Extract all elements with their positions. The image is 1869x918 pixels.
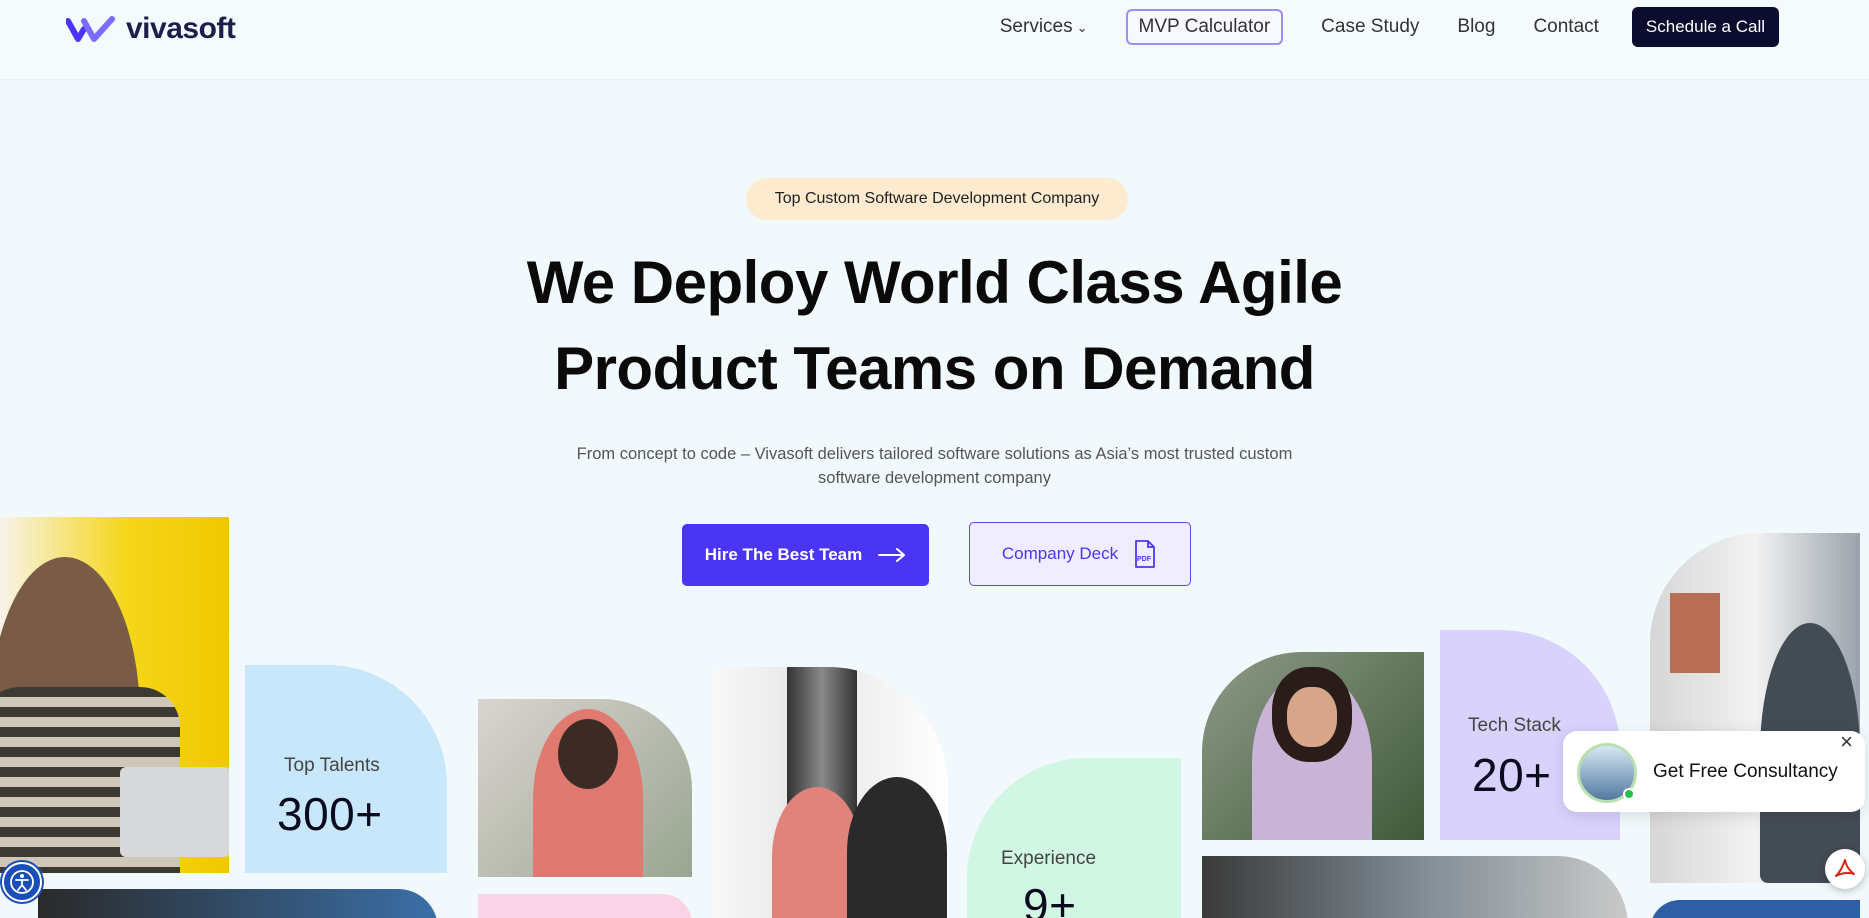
pdf-file-icon: PDF <box>1135 540 1156 568</box>
stat-experience-title: Experience <box>1001 848 1097 869</box>
nav-services[interactable]: Services ⌄ <box>1000 16 1088 38</box>
hire-best-team-button[interactable]: Hire The Best Team <box>682 524 929 586</box>
hire-best-team-label: Hire The Best Team <box>704 545 863 564</box>
schedule-call-button[interactable]: Schedule a Call <box>1631 7 1779 47</box>
close-icon[interactable]: × <box>1840 729 1853 755</box>
arrow-right-icon <box>878 548 906 562</box>
stat-card-experience: Experience 9+ <box>967 758 1181 918</box>
brand-name: vivasoft <box>126 12 236 45</box>
pdf-badge-text: PDF <box>1137 556 1152 563</box>
photo-team-discussion <box>712 667 948 918</box>
online-status-dot <box>1623 788 1635 800</box>
photo-woman-portrait <box>1202 652 1424 840</box>
vivasoft-logo-icon <box>66 16 115 42</box>
hero-badge: Top Custom Software Development Company <box>746 178 1128 220</box>
photo-developer-laptop <box>0 517 229 873</box>
accessibility-button[interactable] <box>2 862 42 902</box>
nav-mvp-calculator[interactable]: MVP Calculator <box>1125 9 1284 45</box>
photo-team-bottom <box>1202 856 1628 918</box>
company-deck-label: Company Deck <box>1001 544 1119 563</box>
hero-headline: We Deploy World Class Agile Product Team… <box>0 240 1869 412</box>
stat-talents-title: Top Talents <box>284 755 380 776</box>
photo-bottom-right <box>1650 900 1860 918</box>
face-shape <box>1287 687 1337 747</box>
nav-blog[interactable]: Blog <box>1457 16 1495 38</box>
hero-headline-line2: Product Teams on Demand <box>554 335 1315 402</box>
laptop-shape <box>120 767 229 857</box>
stat-card-talents: Top Talents 300+ <box>245 665 447 873</box>
brand-logo[interactable]: vivasoft <box>66 12 236 46</box>
hair-shape <box>558 719 618 789</box>
pdf-reader-button[interactable] <box>1825 849 1865 889</box>
chevron-down-icon: ⌄ <box>1076 20 1088 35</box>
nav-contact[interactable]: Contact <box>1533 16 1598 38</box>
photo-woman-smiling <box>478 699 692 877</box>
hero-headline-line1: We Deploy World Class Agile <box>526 249 1343 316</box>
free-consultancy-widget[interactable]: Get Free Consultancy × <box>1563 729 1865 812</box>
wall-art <box>1670 593 1720 673</box>
stat-talents-value: 300+ <box>277 788 383 840</box>
pink-card-bottom <box>478 894 692 918</box>
hero-subtext: From concept to code – Vivasoft delivers… <box>560 442 1309 490</box>
photo-man-working <box>1650 533 1860 883</box>
acrobat-icon <box>1835 859 1855 877</box>
stat-techstack-title: Tech Stack <box>1468 715 1561 736</box>
main-nav: Services ⌄ MVP Calculator Case Study Blo… <box>1000 7 1779 47</box>
consultancy-label: Get Free Consultancy <box>1653 761 1838 782</box>
stat-experience-value: 9+ <box>1023 879 1077 918</box>
person-figure <box>847 777 947 918</box>
nav-services-label: Services <box>999 16 1073 37</box>
nav-case-study[interactable]: Case Study <box>1321 16 1419 38</box>
site-header: vivasoft Services ⌄ MVP Calculator Case … <box>0 0 1869 80</box>
hero-subtext-line2: software development company <box>818 469 1051 487</box>
photo-bottom-left <box>38 889 438 918</box>
stat-techstack-value: 20+ <box>1472 749 1552 801</box>
accessibility-icon <box>10 870 34 894</box>
company-deck-button[interactable]: Company Deck PDF <box>969 522 1191 586</box>
hero-subtext-line1: From concept to code – Vivasoft delivers… <box>576 445 1293 463</box>
